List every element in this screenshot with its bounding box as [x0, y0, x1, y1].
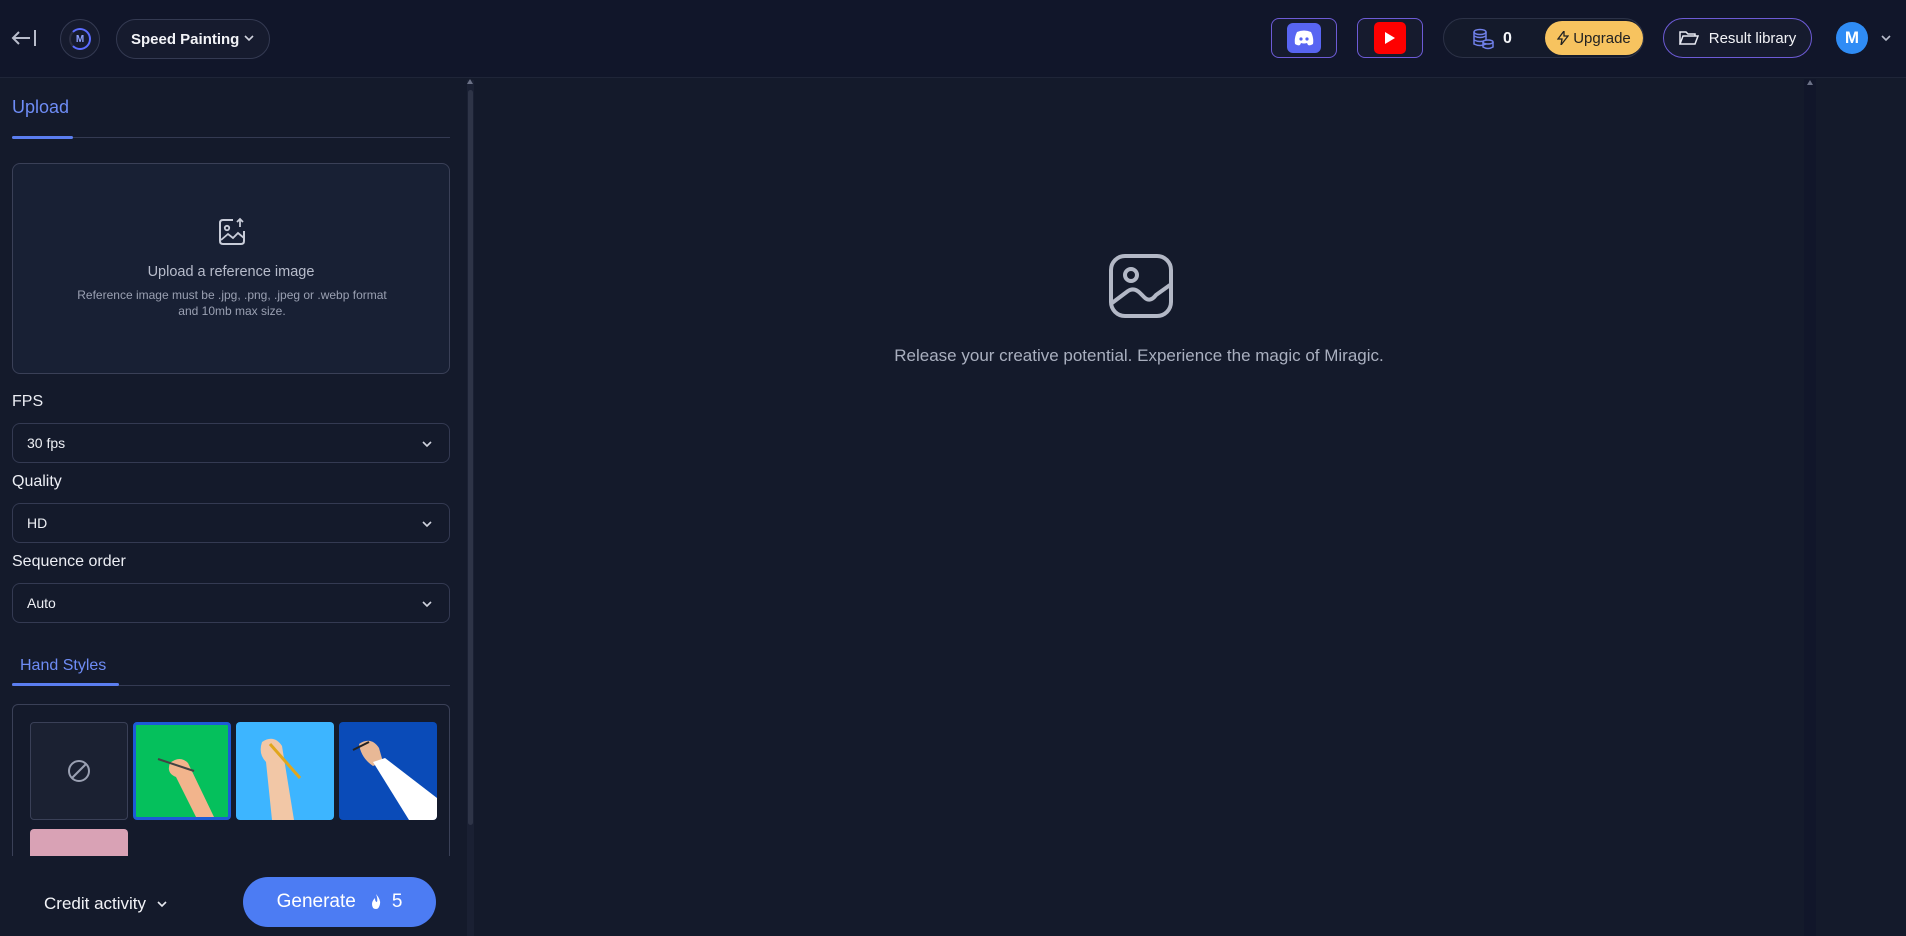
main-scrollbar[interactable]	[1804, 79, 1816, 936]
chevron-down-icon	[422, 521, 432, 528]
discord-button[interactable]	[1271, 18, 1337, 58]
image-upload-icon	[219, 217, 245, 245]
fps-label: FPS	[12, 393, 44, 410]
generate-label: Generate	[276, 891, 356, 912]
lightning-icon	[1557, 31, 1570, 45]
action-bar: Credit activity Generate 5	[0, 856, 462, 936]
hand-holding-pencil-image	[260, 738, 302, 820]
empty-state-message: Release your creative potential. Experie…	[894, 346, 1384, 365]
quality-select[interactable]: HD	[12, 503, 450, 543]
app-switcher-dropdown[interactable]: Speed Painting	[116, 19, 270, 59]
flame-icon	[371, 894, 380, 909]
chevron-down-icon	[1881, 35, 1891, 42]
ban-icon	[68, 760, 90, 782]
settings-panel: Upload Upload a reference image Referenc…	[0, 79, 462, 936]
result-library-label: Result library	[1708, 29, 1797, 47]
hand-with-sleeve-image	[352, 740, 437, 820]
quality-value: HD	[27, 515, 48, 531]
hand-style-none[interactable]	[30, 722, 128, 820]
credits-group: 0 Upgrade	[1443, 18, 1644, 58]
result-preview-area: Release your creative potential. Experie…	[474, 79, 1804, 936]
top-bar: M Speed Painting 0 Upgrade Result librar…	[0, 0, 1906, 78]
scroll-up-arrow[interactable]	[1807, 80, 1813, 85]
credit-activity-label: Credit activity	[44, 894, 147, 913]
upload-title: Upload a reference image	[147, 264, 315, 280]
chevron-down-icon	[244, 35, 254, 42]
tab-upload[interactable]: Upload	[12, 97, 69, 118]
quality-label: Quality	[12, 473, 62, 490]
user-menu[interactable]: M	[1836, 18, 1900, 58]
generate-button[interactable]: Generate 5	[243, 877, 436, 927]
discord-icon	[1287, 23, 1321, 53]
chevron-down-icon	[422, 601, 432, 608]
sequence-order-select[interactable]: Auto	[12, 583, 450, 623]
chevron-down-icon	[157, 901, 167, 908]
sequence-order-label: Sequence order	[12, 553, 126, 570]
hand-style-green[interactable]	[133, 722, 231, 820]
fps-select[interactable]: 30 fps	[12, 423, 450, 463]
collapse-sidebar-icon[interactable]	[10, 26, 38, 50]
generate-cost-value: 5	[391, 891, 403, 912]
app-switcher-label: Speed Painting	[131, 30, 240, 48]
scroll-up-arrow[interactable]	[467, 79, 473, 84]
logo-mark: M	[69, 28, 91, 50]
active-tab-indicator	[12, 683, 119, 686]
sidebar-scrollbar-thumb[interactable]	[468, 90, 473, 825]
upgrade-button[interactable]: Upgrade	[1545, 21, 1643, 55]
hand-style-blue[interactable]	[339, 722, 437, 820]
coins-icon	[1473, 28, 1494, 50]
sequence-order-value: Auto	[27, 595, 56, 611]
generate-cost: 5	[370, 891, 403, 913]
credit-activity-dropdown[interactable]: Credit activity	[44, 894, 168, 914]
active-tab-indicator	[12, 136, 73, 139]
app-logo[interactable]: M	[60, 19, 100, 59]
upload-hint: Reference image must be .jpg, .png, .jpe…	[77, 288, 387, 318]
upgrade-label: Upgrade	[1573, 29, 1631, 47]
youtube-button[interactable]	[1357, 18, 1423, 58]
image-placeholder-icon	[1109, 254, 1173, 318]
right-gutter	[1816, 79, 1906, 936]
hand-holding-pen-image	[157, 758, 214, 817]
credit-count: 0	[1503, 30, 1512, 47]
hand-style-sky-blue[interactable]	[236, 722, 334, 820]
avatar: M	[1836, 22, 1868, 54]
folder-open-icon	[1678, 31, 1699, 45]
divider	[12, 137, 450, 138]
chevron-down-icon	[422, 441, 432, 448]
result-library-button[interactable]: Result library	[1663, 18, 1812, 58]
fps-value: 30 fps	[27, 435, 66, 451]
youtube-icon	[1374, 22, 1406, 54]
tab-hand-styles[interactable]: Hand Styles	[20, 657, 106, 675]
upload-dropzone[interactable]: Upload a reference image Reference image…	[12, 163, 450, 374]
